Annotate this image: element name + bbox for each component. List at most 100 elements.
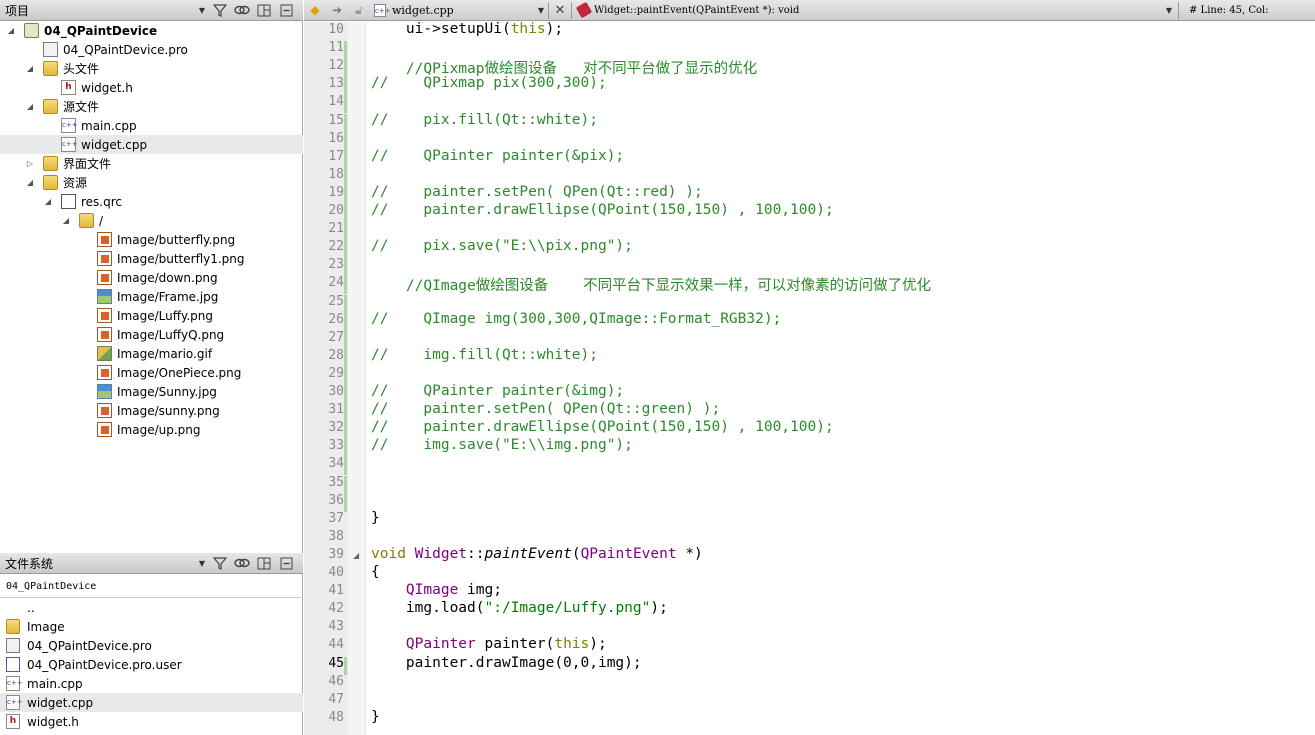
code-line: } [371, 709, 380, 725]
list-item[interactable]: c++ widget.cpp [0, 693, 303, 712]
tree-item[interactable]: Image/OnePiece.png [0, 363, 303, 382]
pro-file-icon [6, 638, 20, 653]
tree-item[interactable]: ◢ 源文件 [0, 97, 303, 116]
tree-item[interactable]: Image/down.png [0, 268, 303, 287]
list-item[interactable]: 04_QPaintDevice.pro [0, 636, 303, 655]
code-token: Widget [414, 545, 468, 562]
tree-item[interactable]: ◢ 头文件 [0, 59, 303, 78]
link-icon[interactable] [231, 1, 253, 20]
change-marker [344, 258, 347, 277]
code-line: // QPainter painter(&img); [371, 383, 624, 399]
line-number: 14 [328, 94, 344, 110]
change-marker [344, 41, 347, 60]
tree-item-label: Image/Luffy.png [117, 308, 214, 323]
tree-item[interactable]: ◢ res.qrc [0, 192, 303, 211]
code-token: :: [467, 545, 485, 562]
forward-arrow-icon[interactable]: ➜ [326, 3, 348, 17]
code-token: void [371, 545, 406, 562]
list-item[interactable]: Image [0, 617, 303, 636]
change-marker [344, 348, 347, 367]
cpp-file-icon: c++ [6, 676, 23, 691]
png-image-icon [97, 422, 112, 437]
change-marker [344, 131, 347, 150]
chevron-down-icon[interactable]: ▼ [195, 6, 209, 15]
collapsed-arrow-icon[interactable]: ▷ [25, 159, 35, 168]
code-token: // painter.drawEllipse(QPoint(150,150) ,… [371, 419, 834, 436]
line-number: 23 [328, 257, 344, 273]
code-token: painter.drawImage(0,0,img); [371, 654, 642, 671]
split-icon[interactable] [253, 554, 275, 573]
split-icon[interactable] [253, 1, 275, 20]
tree-item[interactable]: Image/Frame.jpg [0, 287, 303, 306]
expanded-arrow-icon[interactable]: ◢ [25, 178, 35, 187]
png-image-icon [97, 365, 112, 380]
tree-item[interactable]: Image/up.png [0, 420, 303, 439]
expanded-arrow-icon[interactable]: ◢ [43, 197, 53, 206]
change-marker [344, 222, 347, 241]
sources-folder-icon [43, 99, 58, 114]
document-selector[interactable]: c++ widget.cpp ▼ [370, 3, 548, 17]
code-line: } [371, 510, 380, 526]
project-panel-title: 项目 [5, 3, 30, 18]
tree-item[interactable]: Image/mario.gif [0, 344, 303, 363]
change-marker [344, 493, 347, 512]
lock-icon[interactable]: 🔓︎ [348, 3, 370, 18]
list-item[interactable]: c++ main.cpp [0, 674, 303, 693]
tree-item[interactable]: 04_QPaintDevice.pro [0, 40, 303, 59]
close-panel-icon[interactable] [275, 554, 297, 573]
list-item[interactable]: h widget.h [0, 712, 303, 731]
folder-icon [6, 619, 20, 634]
tree-item[interactable]: Image/butterfly.png [0, 230, 303, 249]
fold-arrow-icon[interactable]: ◢ [353, 551, 359, 560]
close-panel-icon[interactable] [275, 1, 297, 20]
gif-image-icon [97, 346, 112, 361]
tree-item-label: res.qrc [81, 194, 123, 209]
code-token: ); [589, 636, 607, 653]
tree-item[interactable]: Image/sunny.png [0, 401, 303, 420]
chevron-down-icon[interactable]: ▼ [195, 559, 209, 568]
line-number: 31 [328, 402, 344, 418]
code-token: ); [545, 21, 564, 37]
tree-item[interactable]: c++ main.cpp [0, 116, 303, 135]
header-file-icon: h [61, 80, 76, 95]
list-item[interactable]: 04_QPaintDevice.pro.user [0, 655, 303, 674]
tree-item[interactable]: Image/LuffyQ.png [0, 325, 303, 344]
back-arrow-icon[interactable]: ◆ [304, 3, 326, 17]
link-icon[interactable] [231, 554, 253, 573]
expanded-arrow-icon[interactable]: ◢ [25, 64, 35, 73]
filesystem-panel-header: 文件系统 ▼ [0, 553, 303, 574]
tree-item[interactable]: Image/butterfly1.png [0, 249, 303, 268]
line-number: 36 [328, 492, 344, 508]
code-token: paintEvent [484, 545, 572, 562]
line-number: 15 [328, 112, 344, 128]
change-marker [344, 366, 347, 385]
tree-item[interactable]: ▷ 界面文件 [0, 154, 303, 173]
change-marker [344, 113, 347, 132]
tree-item-label: 源文件 [63, 100, 100, 114]
code-editor[interactable] [366, 22, 1315, 735]
line-number: 27 [328, 329, 344, 345]
tree-item[interactable]: Image/Sunny.jpg [0, 382, 303, 401]
change-marker [344, 185, 347, 204]
tree-item[interactable]: ◢ 资源 [0, 173, 303, 192]
tree-item[interactable]: ◢ 04_QPaintDevice [0, 21, 303, 40]
list-item[interactable]: .. [0, 598, 303, 617]
filter-icon[interactable] [209, 1, 231, 20]
tree-item[interactable]: c++ widget.cpp [0, 135, 303, 154]
line-number: 13 [328, 76, 344, 92]
expanded-arrow-icon[interactable]: ◢ [61, 216, 71, 225]
symbol-selector[interactable]: Widget::paintEvent(QPaintEvent *): void … [572, 1, 1178, 19]
png-image-icon [97, 403, 112, 418]
tree-item[interactable]: ◢ / [0, 211, 303, 230]
close-document-icon[interactable]: ✕ [549, 3, 571, 18]
expanded-arrow-icon[interactable]: ◢ [6, 26, 16, 35]
expanded-arrow-icon[interactable]: ◢ [25, 102, 35, 111]
tree-item[interactable]: Image/Luffy.png [0, 306, 303, 325]
change-marker [344, 403, 347, 422]
code-token: // QPixmap pix(300,300); [371, 75, 607, 92]
line-number: 41 [328, 583, 344, 599]
tree-item-label: Image/butterfly1.png [117, 251, 245, 266]
tree-item[interactable]: h widget.h [0, 78, 303, 97]
code-line: { [371, 564, 380, 580]
filter-icon[interactable] [209, 554, 231, 573]
